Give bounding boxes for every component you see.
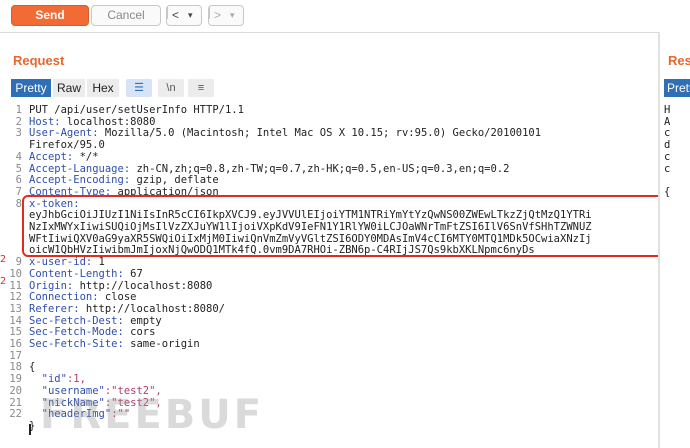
wrap-lines-icon[interactable]: ☰ bbox=[126, 79, 152, 97]
line-number: 6 bbox=[15, 174, 22, 187]
response-line: H bbox=[664, 104, 671, 116]
code-value: close bbox=[98, 291, 137, 304]
code-value: same-origin bbox=[123, 338, 200, 350]
line-number: 12 bbox=[9, 291, 22, 304]
code-key: Accept-Language: bbox=[29, 162, 131, 175]
response-tab-pretty[interactable]: Pretty bbox=[664, 79, 690, 97]
code-value: :1, bbox=[66, 373, 86, 386]
line-marker: 2 bbox=[0, 276, 7, 287]
code-line: User-Agent: Mozilla/5.0 (Macintosh; Inte… bbox=[29, 127, 541, 139]
code-key: Content-Length: bbox=[29, 267, 124, 280]
code-line: "id":1, bbox=[29, 373, 86, 385]
code-key: Accept-Encoding: bbox=[29, 174, 131, 187]
code-line: Sec-Fetch-Mode: cors bbox=[29, 326, 155, 338]
code-key: PUT /api/user/setUserInfo HTTP/1.1 bbox=[29, 104, 244, 116]
code-line: Accept-Language: zh-CN,zh;q=0.8,zh-TW;q=… bbox=[29, 163, 509, 175]
code-key: Referer: bbox=[29, 302, 80, 315]
tab-hex[interactable]: Hex bbox=[87, 79, 119, 97]
line-number: 7 bbox=[15, 185, 22, 198]
code-key: Sec-Fetch-Mode: bbox=[29, 326, 124, 339]
request-title: Request bbox=[13, 53, 65, 68]
dropdown-arrow-icon[interactable]: ▾ bbox=[188, 6, 193, 25]
line-number: 1 bbox=[15, 104, 22, 116]
watermark-logo: FREEBUF bbox=[40, 392, 265, 438]
line-number: 19 bbox=[9, 373, 22, 386]
text-cursor bbox=[29, 424, 31, 435]
code-value: { bbox=[29, 361, 36, 374]
code-value: 1 bbox=[92, 256, 105, 269]
code-value: cors bbox=[123, 326, 156, 339]
toolbar: Send Cancel < ▾ > ▾ bbox=[0, 0, 690, 33]
code-key: "id" bbox=[29, 373, 67, 386]
response-line: c bbox=[664, 127, 671, 140]
response-line: d bbox=[664, 139, 671, 152]
line-number: 22 bbox=[9, 408, 22, 421]
line-number: 5 bbox=[15, 162, 22, 175]
code-key: Sec-Fetch-Dest: bbox=[29, 314, 124, 327]
line-number: 4 bbox=[15, 150, 22, 163]
line-number: 18 bbox=[9, 361, 22, 374]
code-line: { bbox=[29, 361, 35, 373]
send-button[interactable]: Send bbox=[11, 5, 89, 26]
line-marker: 2 bbox=[0, 254, 7, 265]
response-line: c bbox=[664, 150, 671, 163]
code-key: Sec-Fetch-Site: bbox=[29, 338, 124, 350]
dropdown-arrow-icon[interactable]: ▾ bbox=[230, 6, 235, 25]
code-line: Content-Length: 67 bbox=[29, 268, 143, 280]
code-key: x-user-id: bbox=[29, 256, 93, 269]
menu-icon[interactable]: ≡ bbox=[188, 79, 214, 97]
history-forward-button[interactable]: > ▾ bbox=[208, 5, 244, 26]
code-key: User-Agent: bbox=[29, 127, 99, 140]
code-value: gzip, deflate bbox=[130, 174, 219, 187]
line-number: 17 bbox=[9, 349, 22, 362]
line-number: 15 bbox=[9, 326, 22, 339]
code-line: Firefox/95.0 bbox=[29, 139, 105, 151]
code-line: Origin: http://localhost:8080 bbox=[29, 280, 212, 292]
show-newlines-icon[interactable]: \n bbox=[158, 79, 184, 97]
code-line: Accept: */* bbox=[29, 151, 99, 163]
code-line: PUT /api/user/setUserInfo HTTP/1.1 bbox=[29, 104, 244, 116]
code-line: Sec-Fetch-Dest: empty bbox=[29, 315, 162, 327]
history-back-button[interactable]: < ▾ bbox=[166, 5, 202, 26]
code-line: Host: localhost:8080 bbox=[29, 116, 155, 128]
code-value: Mozilla/5.0 (Macintosh; Intel Mac OS X 1… bbox=[98, 127, 542, 140]
code-line: Referer: http://localhost:8080/ bbox=[29, 303, 225, 315]
code-key: Connection: bbox=[29, 291, 99, 304]
tab-pretty[interactable]: Pretty bbox=[11, 79, 51, 97]
code-value: Firefox/95.0 bbox=[29, 139, 105, 152]
code-value: localhost:8080 bbox=[60, 115, 156, 128]
code-key: Accept: bbox=[29, 150, 74, 163]
line-number: 14 bbox=[9, 314, 22, 327]
line-number: 8 bbox=[15, 197, 22, 210]
code-key: Origin: bbox=[29, 279, 74, 292]
code-value: zh-CN,zh;q=0.8,zh-TW;q=0.7,zh-HK;q=0.5,e… bbox=[130, 162, 510, 175]
separator bbox=[209, 6, 210, 19]
line-number: 16 bbox=[9, 338, 22, 350]
response-line: { bbox=[664, 185, 671, 198]
code-line: x-user-id: 1 bbox=[29, 256, 105, 268]
cancel-button[interactable]: Cancel bbox=[91, 5, 161, 26]
line-number: 3 bbox=[15, 127, 22, 140]
line-number: 13 bbox=[9, 302, 22, 315]
x-token-highlight-box bbox=[22, 195, 666, 257]
chevron-right-icon: > bbox=[214, 8, 222, 22]
response-title: Res bbox=[668, 53, 690, 68]
separator bbox=[167, 6, 168, 19]
response-line: c bbox=[664, 162, 671, 175]
code-value: http://localhost:8080 bbox=[73, 279, 213, 292]
code-value: http://localhost:8080/ bbox=[79, 302, 225, 315]
line-number: 2 bbox=[15, 115, 22, 128]
tab-raw[interactable]: Raw bbox=[53, 79, 85, 97]
code-key: Host: bbox=[29, 115, 61, 128]
code-line: Accept-Encoding: gzip, deflate bbox=[29, 174, 219, 186]
chevron-left-icon: < bbox=[172, 8, 180, 22]
line-number: 21 bbox=[9, 396, 22, 409]
line-number: 20 bbox=[9, 384, 22, 397]
code-value: empty bbox=[123, 314, 162, 327]
code-line: Connection: close bbox=[29, 291, 136, 303]
code-value: */* bbox=[73, 150, 99, 163]
response-line: A bbox=[664, 115, 671, 128]
code-value: 67 bbox=[123, 267, 143, 280]
code-line: Sec-Fetch-Site: same-origin bbox=[29, 338, 200, 350]
